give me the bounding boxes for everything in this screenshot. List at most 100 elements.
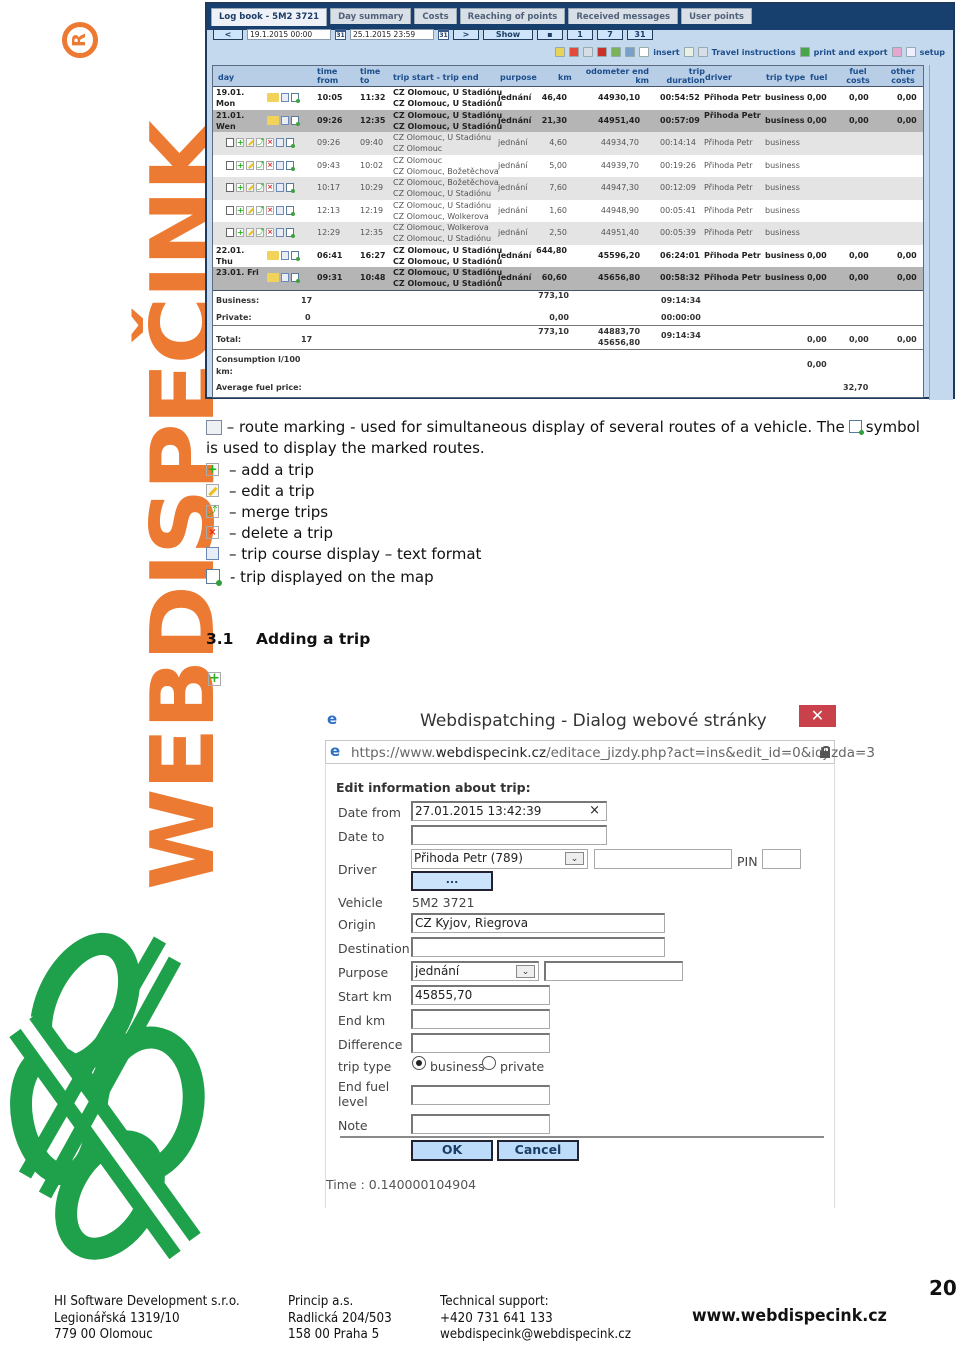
insert-icon[interactable] [683,47,694,57]
delete-trip-icon[interactable]: × [266,183,274,192]
map-display-icon[interactable] [286,160,295,171]
col-duration[interactable]: trip duration [663,67,705,85]
edit-trip-icon[interactable] [246,205,254,215]
scrollbar[interactable] [929,65,953,400]
col-trip-type[interactable]: trip type [766,73,805,82]
col-time-to[interactable]: time to [360,67,382,85]
show-button[interactable]: Show [483,29,533,40]
tab-user-points[interactable]: User points [681,8,752,24]
end-km-field[interactable] [411,1009,550,1029]
website-link[interactable]: www.webdispecink.cz [692,1306,887,1326]
date-to-input[interactable]: 25.1.2015 23:59 [350,29,434,40]
prev-period-button[interactable]: < [213,29,243,40]
edit-trip-icon[interactable] [246,228,254,237]
text-format-icon[interactable] [276,183,284,192]
start-km-field[interactable]: 45855,70 [411,985,550,1005]
remove-folder-icon[interactable] [569,47,580,57]
col-driver[interactable]: driver [705,73,732,82]
map-display-icon[interactable] [286,205,295,216]
tab-received-messages[interactable]: Received messages [568,8,679,24]
folder-icon[interactable] [267,273,279,282]
blank-page-icon[interactable] [639,47,650,57]
select-driver-button[interactable]: ... [411,871,493,891]
address-bar[interactable]: e https://www.webdispecink.cz/editace_ji… [325,740,875,764]
route-marking-checkbox[interactable] [226,205,234,215]
add-trip-icon[interactable]: + [236,228,244,237]
col-purpose[interactable]: purpose [500,73,537,82]
cancel-button[interactable]: Cancel [497,1140,579,1161]
day-row[interactable]: 19.01. Mon 10:05 11:32 CZ Olomouc, U Stadión… [213,87,923,110]
monitor-icon[interactable] [697,47,708,57]
map-display-icon[interactable] [291,273,300,283]
map-display-icon[interactable] [291,93,300,103]
tab-reaching-of-points[interactable]: Reaching of points [459,8,566,24]
route-marking-checkbox[interactable] [226,183,234,192]
purpose-select[interactable]: jednání ⌄ [411,961,539,981]
col-day[interactable]: day [218,73,234,82]
map-display-icon[interactable] [291,250,300,261]
date-to-field[interactable] [411,825,607,845]
col-time-from[interactable]: time from [317,67,347,85]
merge-trips-icon[interactable]: ⤴ [256,228,264,237]
day-row[interactable]: 21.01. Wen 09:26 12:35 CZ Olomouc, U Stadión… [213,109,923,132]
route-marking-checkbox[interactable] [226,138,234,147]
merge-trips-icon[interactable]: ⤴ [256,138,264,147]
pin-field[interactable] [762,849,801,869]
edit-trip-icon[interactable] [246,160,254,170]
col-fuel-costs[interactable]: fuel costs [843,67,873,85]
merge-trips-icon[interactable]: ⤴ [256,160,264,170]
edit-trip-icon[interactable] [246,183,254,192]
tab-costs[interactable]: Costs [414,8,457,24]
col-odometer[interactable]: odometer end km [583,67,649,85]
period-7-button[interactable]: 7 [597,29,623,40]
destination-field[interactable] [411,937,665,957]
day-row[interactable]: 22.01. Thu 06:41 16:27 CZ Olomouc, U Stadión… [213,244,923,267]
text-format-icon[interactable] [276,205,284,215]
delete-trip-icon[interactable]: × [266,138,274,147]
date-from-field[interactable]: 27.01.2015 13:42:39 × [411,801,607,821]
trip-row[interactable]: + ⤴ × 10:17 10:29 CZ Olomouc, Božetěchova CZ O… [213,177,923,200]
clear-icon[interactable]: × [589,803,600,819]
col-km[interactable]: km [558,73,572,82]
note-field[interactable] [411,1114,550,1134]
text-format-icon[interactable] [276,228,284,237]
trip-row[interactable]: + ⤴ × 12:29 12:35 CZ Olomouc, Wolkerova CZ Olo… [213,222,923,245]
edit-trip-icon[interactable] [246,138,254,147]
purpose-extra-field[interactable] [544,961,683,981]
map-display-icon[interactable] [286,183,295,193]
tab-log-book[interactable]: Log book - 5M2 3721 [211,8,328,26]
date-from-input[interactable]: 19.1.2015 00:00 [247,29,331,40]
period-1-button[interactable]: 1 [567,29,593,40]
trip-type-private-radio[interactable] [482,1056,496,1070]
map-display-icon[interactable] [286,228,295,238]
network-icon[interactable] [625,47,636,57]
trip-row[interactable]: + ⤴ × 09:43 10:02 CZ Olomouc CZ Olomouc, Božet… [213,154,923,177]
trip-row[interactable]: + ⤴ × 12:13 12:19 CZ Olomouc, U Stadiónu CZ Ol… [213,199,923,222]
merge-trips-icon[interactable]: ⤴ [256,183,264,192]
map-display-icon[interactable] [286,138,295,148]
folder-icon[interactable] [267,93,279,102]
text-format-icon[interactable] [276,138,284,147]
folder-icon[interactable] [267,115,279,125]
close-button[interactable]: ✕ [799,705,836,727]
add-trip-icon[interactable]: + [236,138,244,147]
excel-icon[interactable] [799,47,810,57]
lock-button[interactable]: ▪ [537,29,563,40]
delete-trip-icon[interactable]: × [266,205,274,215]
route-marking-checkbox[interactable] [226,160,234,170]
print-export-link[interactable]: print and export [814,48,888,57]
col-other-costs[interactable]: other costs [888,67,918,85]
insert-link[interactable]: insert [653,48,679,57]
text-format-icon[interactable] [281,115,289,125]
tab-day-summary[interactable]: Day summary [330,8,412,24]
route-marking-checkbox[interactable] [226,228,234,237]
pdf-icon[interactable] [891,47,902,57]
trip-row[interactable]: + ⤴ × 09:26 09:40 CZ Olomouc, U Stadiónu CZ Ol… [213,132,923,155]
trip-type-business-radio[interactable] [412,1056,426,1070]
text-format-icon[interactable] [281,250,289,260]
merge-trips-icon[interactable]: ⤴ [256,205,264,215]
text-format-icon[interactable] [276,160,284,170]
text-format-icon[interactable] [281,93,289,102]
flag-icon[interactable] [597,47,608,57]
day-row[interactable]: 23.01. Fri 09:31 10:48 CZ Olomouc, U Stadió… [213,267,923,290]
